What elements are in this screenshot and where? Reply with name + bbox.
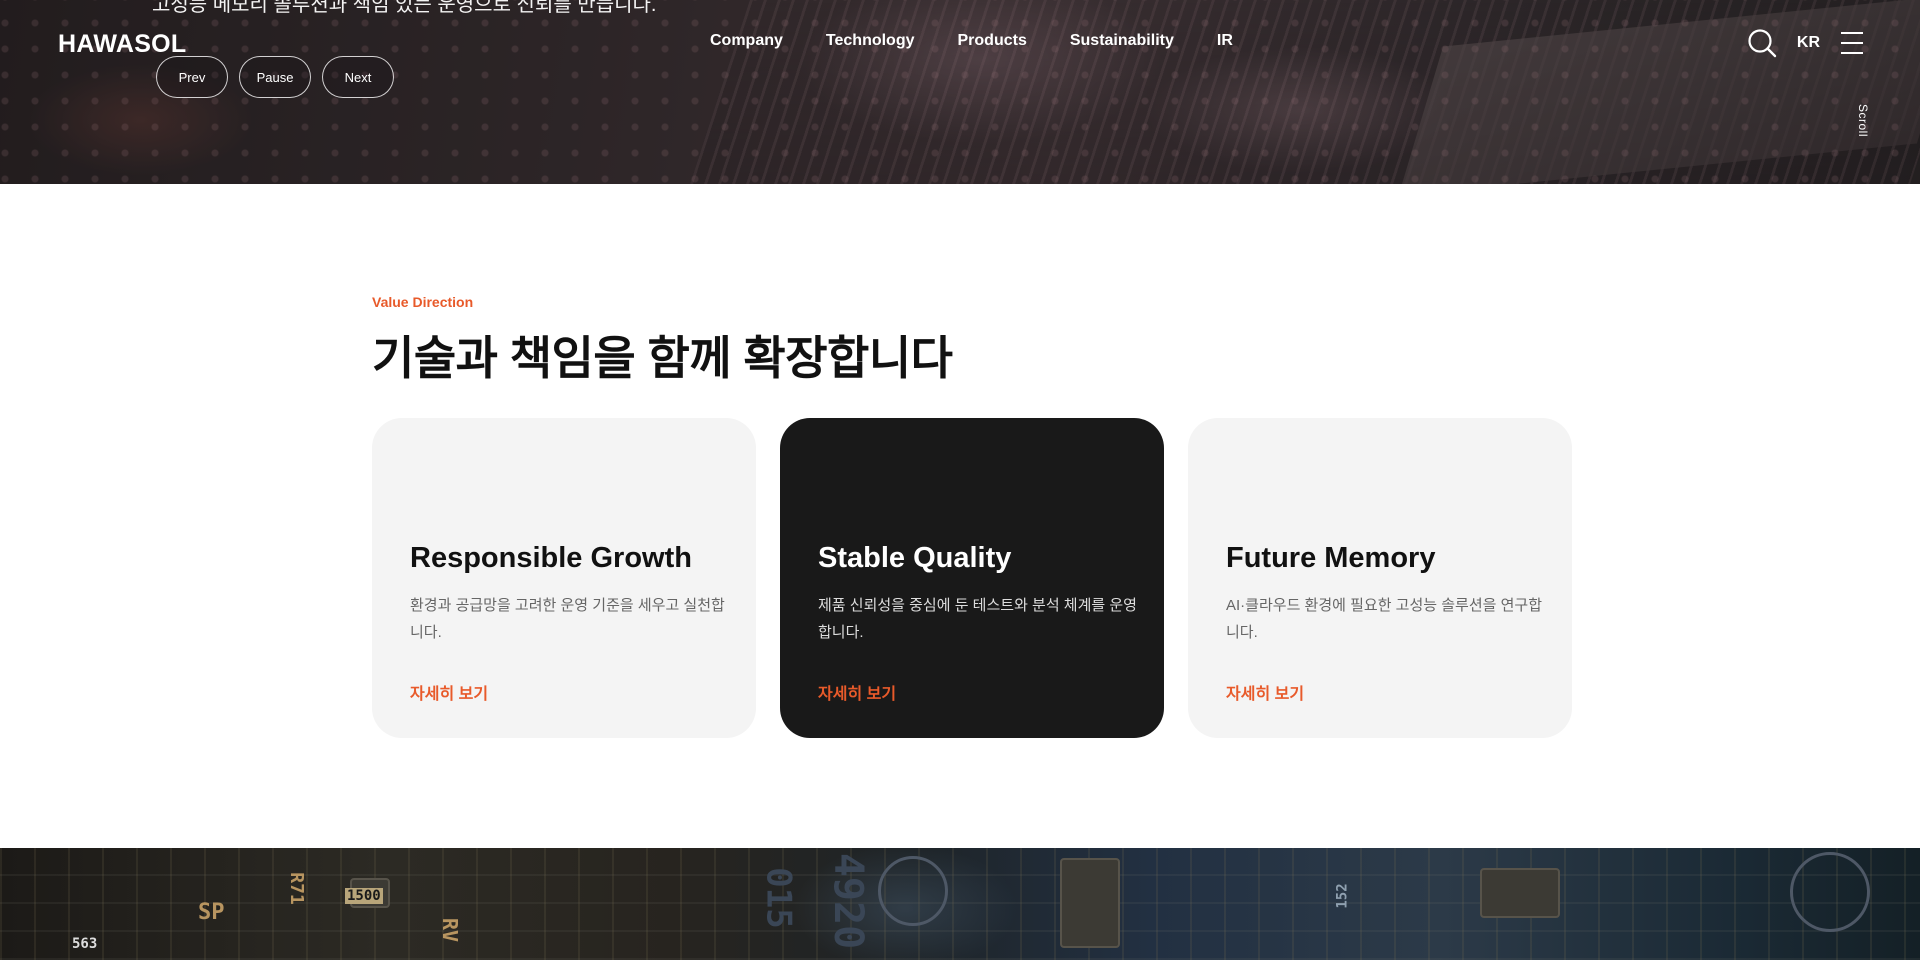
slider-controls: Prev Pause Next	[156, 56, 394, 98]
nav-item-company[interactable]: Company	[710, 32, 783, 50]
value-card-future-memory[interactable]: Future Memory AI·클라우드 환경에 필요한 고성능 솔루션을 연…	[1188, 418, 1572, 738]
silkscreen-label: 563	[72, 936, 98, 952]
nav-item-sustainability[interactable]: Sustainability	[1070, 32, 1174, 50]
card-description: AI·클라우드 환경에 필요한 고성능 솔루션을 연구합니다.	[1226, 597, 1543, 641]
bottom-banner: SP R71 1500 563 RV 4920 015 152	[0, 848, 1920, 960]
card-description: 환경과 공급망을 고려한 운영 기준을 세우고 실천합니다.	[410, 597, 725, 641]
card-more-link[interactable]: 자세히 보기	[410, 680, 488, 704]
header-utilities: KR	[1747, 28, 1864, 58]
slider-pause-button[interactable]: Pause	[239, 56, 311, 98]
silkscreen-label: R71	[285, 872, 307, 905]
section-eyebrow: Value Direction	[372, 294, 474, 310]
hamburger-menu-icon[interactable]	[1840, 30, 1864, 56]
silkscreen-label: 152	[1334, 883, 1351, 909]
slider-next-button[interactable]: Next	[322, 56, 394, 98]
card-title: Future Memory	[1226, 542, 1436, 574]
silkscreen-label: RV	[438, 917, 463, 943]
card-more-link[interactable]: 자세히 보기	[1226, 680, 1304, 704]
language-selector[interactable]: KR	[1797, 34, 1820, 52]
circuit-component	[1060, 858, 1120, 948]
card-more-link[interactable]: 자세히 보기	[818, 680, 896, 704]
nav-item-ir[interactable]: IR	[1217, 32, 1233, 50]
nav-item-products[interactable]: Products	[958, 32, 1027, 50]
circuit-component	[1480, 868, 1560, 918]
card-description: 제품 신뢰성을 중심에 둔 테스트와 분석 체계를 운영합니다.	[818, 597, 1137, 641]
site-logo[interactable]: HAWASOL	[58, 30, 187, 59]
silkscreen-label: 1500	[345, 888, 383, 904]
silkscreen-label: 4920	[825, 852, 872, 950]
silkscreen-label: 015	[758, 867, 799, 929]
card-title: Stable Quality	[818, 542, 1012, 574]
section-title: 기술과 책임을 함께 확장합니다	[372, 332, 953, 384]
hero-subtitle: 고성능 메모리 솔루션과 책임 있는 운영으로 신뢰를 만듭니다.	[152, 0, 657, 16]
card-title: Responsible Growth	[410, 542, 692, 574]
circuit-ring	[878, 856, 948, 926]
scroll-indicator: Scroll	[1856, 104, 1870, 138]
value-cards: Responsible Growth 환경과 공급망을 고려한 운영 기준을 세…	[372, 418, 1572, 738]
search-icon[interactable]	[1747, 28, 1777, 58]
main-nav: Company Technology Products Sustainabili…	[710, 32, 1233, 50]
value-card-stable-quality[interactable]: Stable Quality 제품 신뢰성을 중심에 둔 테스트와 분석 체계를…	[780, 418, 1164, 738]
slider-prev-button[interactable]: Prev	[156, 56, 228, 98]
circuit-ring	[1790, 852, 1870, 932]
silkscreen-label: SP	[198, 900, 225, 925]
value-card-responsible-growth[interactable]: Responsible Growth 환경과 공급망을 고려한 운영 기준을 세…	[372, 418, 756, 738]
nav-item-technology[interactable]: Technology	[826, 32, 915, 50]
